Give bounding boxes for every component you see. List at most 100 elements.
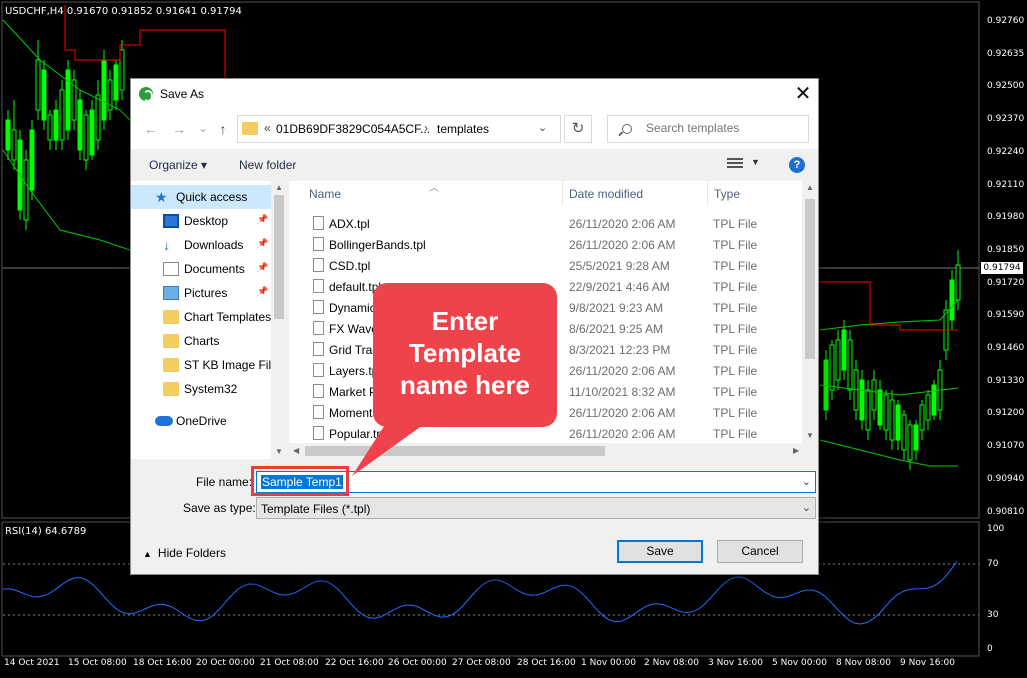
candle-body	[23, 159, 29, 221]
candle-body	[41, 69, 47, 121]
file-list-horizontal-scrollbar[interactable]: ◀ ▶	[289, 443, 818, 459]
date-tick-label: 9 Nov 16:00	[900, 658, 955, 668]
file-name: BollingerBands.tpl	[329, 238, 426, 252]
date-tick-label: 15 Oct 08:00	[68, 658, 127, 668]
recent-locations-icon[interactable]: ⌄	[193, 120, 213, 138]
file-date: 8/6/2021 9:25 AM	[569, 322, 664, 336]
chevron-down-icon[interactable]: ⌄	[802, 475, 811, 488]
scrollbar-thumb[interactable]	[274, 195, 284, 319]
file-type: TPL File	[713, 322, 758, 336]
envelope-middle	[819, 384, 959, 396]
price-tick-label: 0.91330	[987, 375, 1025, 386]
forward-arrow-icon[interactable]: →	[169, 120, 189, 138]
date-tick-label: 5 Nov 00:00	[772, 658, 827, 668]
view-options-dropdown[interactable]: ▼	[751, 157, 760, 167]
scrollbar-thumb[interactable]	[305, 446, 605, 456]
save-button[interactable]: Save	[617, 540, 703, 563]
file-type: TPL File	[713, 364, 758, 378]
file-row[interactable]: BollingerBands.tpl 26/11/2020 2:06 AM TPL …	[289, 234, 799, 255]
view-options-icon[interactable]	[727, 158, 743, 170]
file-name: CSD.tpl	[329, 259, 371, 273]
candle-body	[29, 129, 35, 191]
new-folder-button[interactable]: New folder	[239, 158, 296, 172]
back-arrow-icon[interactable]: ←	[141, 120, 161, 138]
candle-body	[949, 279, 955, 321]
candle-body	[907, 424, 913, 461]
nav-item-system32[interactable]: System32	[131, 377, 271, 401]
file-row[interactable]: ADX.tpl 26/11/2020 2:06 AM TPL File	[289, 213, 799, 234]
command-toolbar: Organize ▾ New folder ▼ ?	[131, 149, 818, 181]
nav-item-pictures[interactable]: Pictures 📌	[131, 281, 271, 305]
nav-item-documents[interactable]: Documents 📌	[131, 257, 271, 281]
file-name: Momentu	[329, 406, 380, 420]
breadcrumb-parent[interactable]: 01DB69DF3829C054A5CF...	[276, 122, 430, 136]
search-input[interactable]	[646, 121, 796, 135]
file-icon	[313, 279, 324, 293]
price-tick-label: 0.92635	[987, 48, 1025, 59]
price-tick-label: 0.91200	[987, 408, 1025, 419]
candle-body	[901, 414, 907, 451]
annotation-highlight-box	[251, 466, 349, 496]
candle-body	[871, 379, 877, 411]
nav-item-charts[interactable]: Charts	[131, 329, 271, 353]
candle-body	[835, 339, 841, 381]
file-date: 26/11/2020 2:06 AM	[569, 238, 676, 252]
nav-item-quick-access[interactable]: ★ Quick access	[131, 185, 271, 209]
search-icon	[622, 124, 632, 134]
column-header-type[interactable]: Type	[714, 181, 740, 205]
search-box[interactable]	[607, 115, 809, 143]
rsi-tick-label: 70	[987, 559, 999, 569]
nav-item-chart-templates[interactable]: Chart Templates	[131, 305, 271, 329]
refresh-icon[interactable]: ↻	[564, 115, 592, 143]
pin-icon: 📌	[257, 286, 269, 296]
price-tick-label: 0.91850	[987, 244, 1025, 255]
price-tick-label: 0.92370	[987, 114, 1025, 125]
breadcrumb-current[interactable]: templates	[437, 122, 489, 136]
column-header-name[interactable]: Name	[309, 181, 341, 205]
chevron-down-icon[interactable]: ⌄	[538, 121, 547, 134]
nav-item-st-kb-image-file[interactable]: ST KB Image File	[131, 353, 278, 377]
candle-body	[11, 129, 17, 161]
scrollbar-thumb[interactable]	[805, 199, 815, 359]
candle-body	[865, 389, 871, 431]
file-list-vertical-scrollbar[interactable]: ▲ ▼	[802, 181, 818, 443]
address-bar[interactable]: « 01DB69DF3829C054A5CF... › templates ⌄	[237, 115, 561, 143]
date-tick-label: 22 Oct 16:00	[325, 658, 384, 668]
candle-body	[931, 384, 937, 416]
file-name: ADX.tpl	[329, 217, 370, 231]
date-tick-label: 3 Nov 16:00	[708, 658, 763, 668]
nav-pane-scrollbar[interactable]: ▲ ▼	[271, 181, 287, 459]
price-tick-label: 0.91980	[987, 212, 1025, 223]
chevron-down-icon[interactable]: ⌄	[802, 501, 811, 514]
nav-item-onedrive[interactable]: OneDrive	[131, 409, 271, 433]
organize-button[interactable]: Organize ▾	[149, 158, 207, 172]
candle-body	[59, 89, 65, 141]
close-icon[interactable]: ✕	[789, 81, 817, 107]
date-tick-label: 21 Oct 08:00	[260, 658, 319, 668]
file-date: 26/11/2020 2:06 AM	[569, 427, 676, 441]
save-as-type-value: Template Files (*.tpl)	[261, 502, 371, 516]
date-tick-label: 1 Nov 00:00	[581, 658, 636, 668]
file-icon	[313, 384, 324, 398]
cancel-button[interactable]: Cancel	[717, 540, 803, 563]
file-type: TPL File	[713, 385, 758, 399]
hide-folders-toggle[interactable]: ▲ Hide Folders	[143, 546, 226, 560]
file-row[interactable]: CSD.tpl 25/5/2021 9:28 AM TPL File	[289, 255, 799, 276]
nav-item-label: Charts	[184, 334, 220, 348]
pin-icon: 📌	[257, 262, 269, 272]
file-date: 26/11/2020 2:06 AM	[569, 217, 676, 231]
save-as-type-select[interactable]: Template Files (*.tpl) ⌄	[256, 497, 816, 519]
help-icon[interactable]: ?	[789, 157, 805, 173]
rsi-label: RSI(14) 64.6789	[5, 526, 87, 537]
up-arrow-icon[interactable]: ↑	[213, 120, 233, 138]
column-header-date[interactable]: Date modified	[569, 181, 643, 205]
nav-item-desktop[interactable]: Desktop 📌	[131, 209, 271, 233]
breadcrumb-overflow[interactable]: «	[264, 121, 271, 135]
nav-item-label: Quick access	[176, 190, 248, 204]
pictures-icon	[163, 286, 179, 300]
candle-body	[925, 394, 931, 421]
file-type: TPL File	[713, 259, 758, 273]
candle-body	[101, 59, 107, 121]
file-type: TPL File	[713, 427, 758, 441]
nav-item-downloads[interactable]: ↓ Downloads 📌	[131, 233, 271, 257]
